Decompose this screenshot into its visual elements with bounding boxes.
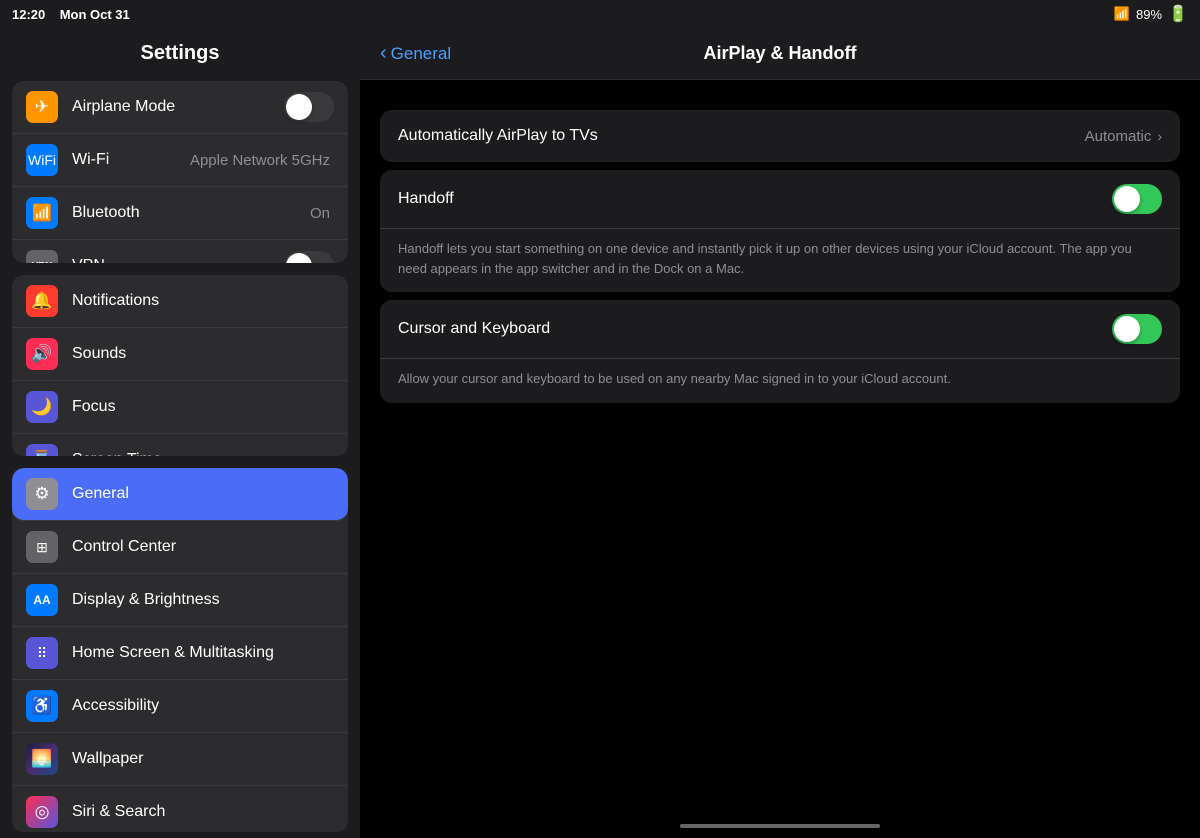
wallpaper-icon: 🌅 <box>26 743 58 775</box>
airplay-tvs-card: Automatically AirPlay to TVs Automatic › <box>380 110 1180 162</box>
handoff-label: Handoff <box>398 190 1112 208</box>
sounds-icon: 🔊 <box>26 338 58 370</box>
status-indicators: 📶 89% 🔋 <box>1114 4 1188 24</box>
general-label: General <box>72 485 334 503</box>
sidebar-item-accessibility[interactable]: ♿ Accessibility <box>12 680 348 733</box>
detail-header-wrapper: ‹ General AirPlay & Handoff <box>380 42 1180 65</box>
sidebar-group-system: 🔔 Notifications 🔊 Sounds 🌙 Focus ⌛ Scree… <box>12 275 348 457</box>
status-time: 12:20 <box>12 7 45 22</box>
detail-header: ‹ General AirPlay & Handoff <box>360 28 1200 80</box>
sidebar-item-vpn[interactable]: VPN VPN <box>12 240 348 263</box>
scroll-indicator <box>680 824 880 828</box>
sidebar-item-wallpaper[interactable]: 🌅 Wallpaper <box>12 733 348 786</box>
vpn-toggle[interactable] <box>284 251 334 263</box>
control-center-icon: ⊞ <box>26 531 58 563</box>
handoff-description: Handoff lets you start something on one … <box>380 229 1180 292</box>
sounds-label: Sounds <box>72 345 334 363</box>
back-button[interactable]: ‹ General <box>380 42 451 65</box>
sidebar-title: Settings <box>0 28 360 75</box>
cursor-keyboard-row[interactable]: Cursor and Keyboard <box>380 300 1180 359</box>
airplay-tvs-label: Automatically AirPlay to TVs <box>398 127 1085 145</box>
airplane-mode-icon: ✈ <box>26 91 58 123</box>
sidebar-item-notifications[interactable]: 🔔 Notifications <box>12 275 348 328</box>
sidebar-item-bluetooth[interactable]: 📶 Bluetooth On <box>12 187 348 240</box>
sidebar-group-connectivity: ✈ Airplane Mode WiFi Wi-Fi Apple Network… <box>12 81 348 263</box>
sidebar-group-general: ⚙ General ⊞ Control Center AA Display & … <box>12 468 348 832</box>
app-container: Settings ✈ Airplane Mode WiFi Wi-Fi Appl… <box>0 28 1200 838</box>
sidebar-item-wifi[interactable]: WiFi Wi-Fi Apple Network 5GHz <box>12 134 348 187</box>
wallpaper-label: Wallpaper <box>72 750 334 768</box>
airplane-mode-toggle[interactable] <box>284 92 334 122</box>
sidebar-item-sounds[interactable]: 🔊 Sounds <box>12 328 348 381</box>
sidebar-item-focus[interactable]: 🌙 Focus <box>12 381 348 434</box>
accessibility-icon: ♿ <box>26 690 58 722</box>
focus-icon: 🌙 <box>26 391 58 423</box>
battery-icon: 🔋 <box>1168 4 1188 24</box>
screen-time-icon: ⌛ <box>26 444 58 457</box>
notifications-icon: 🔔 <box>26 285 58 317</box>
back-chevron-icon: ‹ <box>380 42 387 65</box>
battery-level: 89% <box>1136 7 1162 22</box>
cursor-keyboard-description: Allow your cursor and keyboard to be use… <box>380 359 1180 403</box>
sidebar-item-control-center[interactable]: ⊞ Control Center <box>12 521 348 574</box>
airplay-tvs-value: Automatic <box>1085 128 1152 145</box>
cursor-keyboard-toggle-knob <box>1114 316 1140 342</box>
handoff-toggle[interactable] <box>1112 184 1162 214</box>
siri-label: Siri & Search <box>72 803 334 821</box>
bluetooth-icon: 📶 <box>26 197 58 229</box>
status-date: Mon Oct 31 <box>60 7 130 22</box>
airplay-tvs-chevron-icon: › <box>1157 128 1162 144</box>
wifi-menu-icon: WiFi <box>26 144 58 176</box>
sidebar: Settings ✈ Airplane Mode WiFi Wi-Fi Appl… <box>0 28 360 838</box>
vpn-label: VPN <box>72 257 284 263</box>
detail-title: AirPlay & Handoff <box>703 43 856 64</box>
general-icon: ⚙ <box>26 478 58 510</box>
sidebar-item-general[interactable]: ⚙ General <box>12 468 348 521</box>
vpn-toggle-knob <box>286 253 312 263</box>
siri-icon: ◎ <box>26 796 58 828</box>
sidebar-item-airplane-mode[interactable]: ✈ Airplane Mode <box>12 81 348 134</box>
wifi-label: Wi-Fi <box>72 151 190 169</box>
wifi-value: Apple Network 5GHz <box>190 152 330 169</box>
cursor-keyboard-label: Cursor and Keyboard <box>398 320 1112 338</box>
display-icon: AA <box>26 584 58 616</box>
sidebar-item-siri-search[interactable]: ◎ Siri & Search <box>12 786 348 832</box>
status-bar: 12:20 Mon Oct 31 📶 89% 🔋 <box>0 0 1200 28</box>
detail-panel: ‹ General AirPlay & Handoff Automaticall… <box>360 28 1200 838</box>
airplane-mode-toggle-knob <box>286 94 312 120</box>
handoff-card: Handoff Handoff lets you start something… <box>380 170 1180 292</box>
display-label: Display & Brightness <box>72 591 334 609</box>
notifications-label: Notifications <box>72 292 334 310</box>
home-screen-label: Home Screen & Multitasking <box>72 644 334 662</box>
airplane-mode-label: Airplane Mode <box>72 98 284 116</box>
airplay-tvs-row[interactable]: Automatically AirPlay to TVs Automatic › <box>380 110 1180 162</box>
sidebar-item-display-brightness[interactable]: AA Display & Brightness <box>12 574 348 627</box>
cursor-keyboard-card: Cursor and Keyboard Allow your cursor an… <box>380 300 1180 403</box>
bluetooth-value: On <box>310 205 330 222</box>
focus-label: Focus <box>72 398 334 416</box>
vpn-icon: VPN <box>26 250 58 263</box>
scroll-indicator-container <box>360 822 1200 838</box>
back-label: General <box>391 44 451 64</box>
wifi-icon: 📶 <box>1114 6 1130 22</box>
screen-time-label: Screen Time <box>72 451 334 457</box>
control-center-label: Control Center <box>72 538 334 556</box>
accessibility-label: Accessibility <box>72 697 334 715</box>
cursor-keyboard-toggle[interactable] <box>1112 314 1162 344</box>
sidebar-item-home-screen[interactable]: ⠿ Home Screen & Multitasking <box>12 627 348 680</box>
home-screen-icon: ⠿ <box>26 637 58 669</box>
status-time-date: 12:20 Mon Oct 31 <box>12 7 130 22</box>
handoff-row[interactable]: Handoff <box>380 170 1180 229</box>
handoff-toggle-knob <box>1114 186 1140 212</box>
detail-content: Automatically AirPlay to TVs Automatic ›… <box>360 80 1200 433</box>
bluetooth-label: Bluetooth <box>72 204 310 222</box>
sidebar-item-screen-time[interactable]: ⌛ Screen Time <box>12 434 348 457</box>
